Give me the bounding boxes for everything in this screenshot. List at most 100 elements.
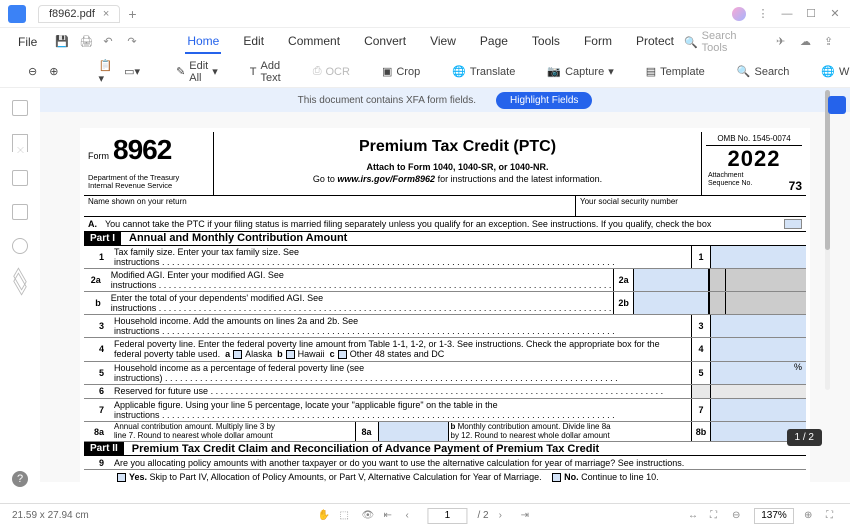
ocr-button[interactable]: ⎙ OCR xyxy=(309,63,354,80)
name-field[interactable]: Name shown on your return xyxy=(84,196,576,216)
line-3: Household income. Add the amounts on lin… xyxy=(112,315,691,337)
page-input[interactable] xyxy=(427,508,467,524)
line-5-input[interactable]: % xyxy=(711,362,806,384)
fit-page-icon[interactable]: ⛶ xyxy=(710,510,722,522)
maximize-icon[interactable]: ☐ xyxy=(804,7,818,21)
line-2a-input[interactable] xyxy=(634,269,710,291)
first-page-icon[interactable]: ⇤ xyxy=(383,510,395,522)
wikipedia-button[interactable]: 🌐 Wikipedia xyxy=(817,63,850,80)
last-page-icon[interactable]: ⇥ xyxy=(521,510,533,522)
menu-comment[interactable]: Comment xyxy=(286,30,342,54)
highlight-fields-button[interactable]: Highlight Fields xyxy=(496,92,592,109)
line-2b-input[interactable] xyxy=(634,292,710,314)
page-layout-icon[interactable]: ▭▾ xyxy=(120,63,144,80)
print-icon[interactable]: 🖨 xyxy=(79,35,93,49)
close-icon[interactable]: ✕ xyxy=(828,7,842,21)
cloud-icon[interactable]: ☁ xyxy=(800,35,814,49)
file-menu[interactable]: File xyxy=(12,33,43,51)
line-9-yes-checkbox[interactable] xyxy=(117,473,126,482)
line-4b-checkbox[interactable] xyxy=(286,350,295,359)
part2-title: Premium Tax Credit Claim and Reconciliat… xyxy=(124,443,599,455)
thumbnails-icon[interactable] xyxy=(12,100,28,116)
document-tab[interactable]: f8962.pdf × xyxy=(38,5,120,23)
read-mode-icon[interactable]: 👁 xyxy=(361,510,373,522)
search-tools[interactable]: 🔍 Search Tools xyxy=(684,30,760,54)
layers-icon[interactable] xyxy=(12,272,28,288)
menu-form[interactable]: Form xyxy=(582,30,614,54)
line-9-no-checkbox[interactable] xyxy=(552,473,561,482)
zoom-out-icon[interactable]: ⊖ xyxy=(24,63,41,80)
add-tab-button[interactable]: + xyxy=(128,6,136,22)
zoom-in-icon[interactable]: ⊕ xyxy=(45,63,62,80)
hand-tool-icon[interactable]: ✋ xyxy=(317,510,329,522)
template-button[interactable]: ▤ Template xyxy=(642,63,709,80)
bookmarks-icon[interactable] xyxy=(12,134,28,152)
user-badge-icon[interactable] xyxy=(828,96,846,114)
line-2a: Modified AGI. Enter your modified AGI. S… xyxy=(109,269,614,291)
titlebar: f8962.pdf × + ⋮ — ☐ ✕ xyxy=(0,0,850,28)
menu-tools[interactable]: Tools xyxy=(530,30,562,54)
capture-button[interactable]: 📷 Capture▾ xyxy=(543,63,617,80)
clipboard-icon[interactable]: 📋▾ xyxy=(94,57,116,87)
pdf-document: Form 8962 Department of the Treasury Int… xyxy=(80,128,810,482)
fit-width-icon[interactable]: ↔ xyxy=(688,510,700,522)
share-icon[interactable]: ⇪ xyxy=(824,35,838,49)
line-7-input[interactable] xyxy=(711,399,806,421)
line-a-checkbox[interactable] xyxy=(784,219,802,229)
scrollbar[interactable] xyxy=(825,90,830,390)
zoom-in-status-icon[interactable]: ⊕ xyxy=(804,510,816,522)
select-tool-icon[interactable]: ⬚ xyxy=(339,510,351,522)
line-9: Are you allocating policy amounts with a… xyxy=(112,457,806,469)
workspace: This document contains XFA form fields. … xyxy=(0,88,850,482)
app-icon xyxy=(8,5,26,23)
line-8b: b Monthly contribution amount. Divide li… xyxy=(449,422,692,442)
line-6: Reserved for future use xyxy=(112,385,691,397)
statusbar: 21.59 x 27.94 cm ✋ ⬚ 👁 ⇤ ‹ / 2 › ⇥ ↔ ⛶ ⊖… xyxy=(0,503,850,527)
help-icon[interactable]: ? xyxy=(12,471,28,487)
zoom-input[interactable] xyxy=(754,508,794,524)
line-2b: Enter the total of your dependents' modi… xyxy=(109,292,614,314)
edit-all-button[interactable]: ✎ Edit All▾ xyxy=(172,58,222,86)
next-page-icon[interactable]: › xyxy=(499,510,511,522)
line-4a-checkbox[interactable] xyxy=(233,350,242,359)
translate-button[interactable]: 🌐 Translate xyxy=(448,63,519,80)
fullscreen-icon[interactable]: ⛶ xyxy=(826,510,838,522)
ssn-field[interactable]: Your social security number xyxy=(576,196,806,216)
page-badge: 1 / 2 xyxy=(787,429,822,446)
menu-home[interactable]: Home xyxy=(185,30,221,54)
line-4: Federal poverty line. Enter the federal … xyxy=(112,338,691,360)
attachments-icon[interactable] xyxy=(12,170,28,186)
search-placeholder: Search Tools xyxy=(702,30,760,54)
add-text-button[interactable]: T Add Text xyxy=(246,58,285,86)
menu-convert[interactable]: Convert xyxy=(362,30,408,54)
form-dept: Department of the Treasury Internal Reve… xyxy=(88,174,209,191)
send-icon[interactable]: ✈ xyxy=(776,35,790,49)
line-a-text: You cannot take the PTC if your filing s… xyxy=(105,219,778,229)
menu-view[interactable]: View xyxy=(428,30,458,54)
undo-icon[interactable]: ↶ xyxy=(103,35,117,49)
scrollbar-thumb[interactable] xyxy=(825,90,830,250)
tab-close-icon[interactable]: × xyxy=(103,8,109,20)
menu-protect[interactable]: Protect xyxy=(634,30,676,54)
menubar: File 💾 🖨 ↶ ↷ Home Edit Comment Convert V… xyxy=(0,28,850,56)
line-4-input[interactable] xyxy=(711,338,806,361)
menu-page[interactable]: Page xyxy=(478,30,510,54)
line-1-input[interactable] xyxy=(711,246,806,268)
line-8a-input[interactable] xyxy=(379,422,449,442)
save-icon[interactable]: 💾 xyxy=(55,35,69,49)
crop-button[interactable]: ▣ Crop xyxy=(378,63,424,80)
redo-icon[interactable]: ↷ xyxy=(127,35,141,49)
zoom-out-status-icon[interactable]: ⊖ xyxy=(732,510,744,522)
more-icon[interactable]: ⋮ xyxy=(756,7,770,21)
fields-icon[interactable] xyxy=(12,204,28,220)
account-icon[interactable] xyxy=(732,7,746,21)
search-button[interactable]: 🔍 Search xyxy=(733,63,794,80)
part1-title: Annual and Monthly Contribution Amount xyxy=(121,232,347,244)
line-4c-checkbox[interactable] xyxy=(338,350,347,359)
main-menu: Home Edit Comment Convert View Page Tool… xyxy=(185,30,676,54)
search-panel-icon[interactable] xyxy=(12,238,28,254)
prev-page-icon[interactable]: ‹ xyxy=(405,510,417,522)
menu-edit[interactable]: Edit xyxy=(241,30,266,54)
minimize-icon[interactable]: — xyxy=(780,7,794,21)
line-3-input[interactable] xyxy=(711,315,806,337)
